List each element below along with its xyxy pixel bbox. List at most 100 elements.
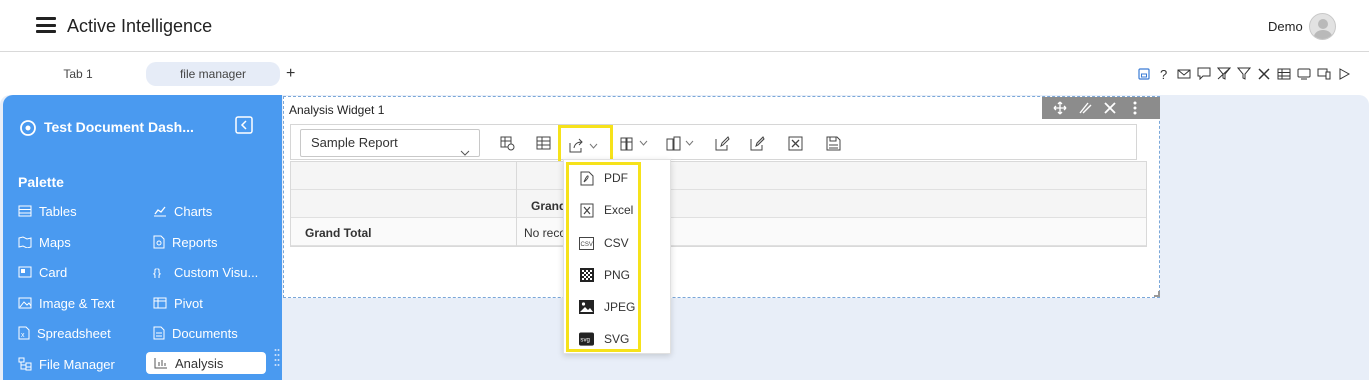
devices-icon[interactable] [1316,66,1331,81]
pivot-header-row [291,162,1146,190]
export-option-label: PNG [604,268,631,282]
more-options-icon[interactable] [1127,100,1143,116]
table-row [291,218,1146,246]
grid-view-button[interactable] [536,132,551,154]
tab-bar: Tab 1 file manager + ? [0,53,1369,93]
widget-toolbar [1042,97,1160,119]
widget-resize-handle[interactable] [1154,291,1160,297]
file-manager-icon [18,357,32,371]
dashboard-toolbar: ? [1136,66,1351,81]
format-button[interactable] [620,132,648,154]
filter-icon[interactable] [1236,66,1251,81]
export-jpeg-option[interactable]: JPEG [579,296,635,318]
palette-item-label: Tables [39,203,77,219]
jpeg-icon [579,300,594,315]
palette-item-documents[interactable]: Documents [153,322,238,344]
widget-title: Analysis Widget 1 [289,103,385,117]
add-tab-button[interactable]: + [286,65,295,83]
export-png-option[interactable]: PNG [579,264,630,286]
chart-icon [154,206,166,217]
dashboard-name: Test Document Dash... [44,119,194,135]
settings-tools-icon[interactable] [1102,100,1118,116]
chevron-down-icon [589,143,598,149]
tab-file-manager[interactable]: file manager [146,62,280,86]
palette-item-tables[interactable]: Tables [18,200,77,222]
help-icon[interactable]: ? [1156,66,1171,81]
edit-link-icon[interactable] [1077,100,1093,116]
tab-1[interactable]: Tab 1 [40,62,116,86]
export-menu: PDF Excel CSV CSV PNG JPEG svg SVG [563,159,671,354]
pivot-icon [153,297,167,309]
edit-calculation-button[interactable] [750,132,765,154]
field-settings-button[interactable] [500,132,515,154]
svg-icon: svg [579,332,594,347]
palette-item-label: Maps [39,234,71,250]
pivot-header-row [291,190,1146,218]
palette-item-card[interactable]: Card [18,261,67,283]
export-csv-option[interactable]: CSV CSV [579,232,629,254]
palette-item-custom-visual[interactable]: {} Custom Visu... [153,261,258,283]
svg-text:x: x [21,332,25,339]
save-icon[interactable] [1136,66,1151,81]
png-icon [579,268,594,283]
report-select[interactable]: Sample Report [300,129,480,157]
grid-icon[interactable] [1276,66,1291,81]
chevron-down-icon [639,140,648,146]
sidebar: Test Document Dash... Palette Tables Cha… [3,95,282,380]
csv-icon-text: CSV [581,242,593,248]
pdf-icon [579,171,594,186]
app-title: Active Intelligence [67,16,213,36]
options-button[interactable] [666,132,694,154]
image-icon [18,297,32,309]
palette-item-label: Reports [172,234,218,250]
screen-icon[interactable] [1296,66,1311,81]
export-excel-option[interactable]: Excel [579,199,633,221]
export-pdf-option[interactable]: PDF [579,167,628,189]
palette-item-analysis[interactable]: Analysis [146,352,266,374]
palette-item-charts[interactable]: Charts [153,200,212,222]
close-box-icon [788,136,803,150]
palette-item-file-manager[interactable]: File Manager [18,353,115,375]
palette-item-label: Spreadsheet [37,325,111,341]
tools-icon[interactable] [1256,66,1271,81]
options-icon [666,136,681,150]
export-option-label: JPEG [604,300,636,314]
analysis-icon [154,358,167,369]
export-svg-option[interactable]: svg SVG [579,328,629,350]
play-icon[interactable] [1336,66,1351,81]
export-option-label: SVG [604,332,630,346]
report-select-value: Sample Report [311,135,398,150]
hamburger-menu-icon[interactable] [36,17,56,33]
analysis-widget[interactable]: Analysis Widget 1 Sample Report Grand Gr… [283,96,1160,298]
pivot-row-label: Grand Total [305,226,372,240]
sidebar-resize-grip[interactable] [274,347,280,371]
user-name[interactable]: Demo [1268,19,1303,34]
chevron-down-icon [685,140,694,146]
document-icon [153,326,165,340]
palette-item-label: Pivot [174,295,203,311]
palette-item-label: Analysis [175,355,224,371]
palette-item-maps[interactable]: Maps [18,231,71,253]
svg-icon-text: svg [580,336,589,343]
grid-icon [536,136,551,150]
close-analysis-button[interactable] [788,132,803,154]
move-icon[interactable] [1052,100,1068,116]
top-bar: Active Intelligence Demo [0,0,1369,52]
palette-item-spreadsheet[interactable]: x Spreadsheet [18,322,111,344]
comment-icon[interactable] [1196,66,1211,81]
avatar[interactable] [1309,13,1336,40]
export-option-label: PDF [604,171,628,185]
report-icon [153,235,165,249]
palette-item-label: Documents [172,325,238,341]
edit-button[interactable] [715,132,730,154]
palette-item-image-text[interactable]: Image & Text [18,292,115,314]
svg-text:?: ? [1160,67,1167,81]
edit-calculation-icon [750,135,765,150]
collapse-sidebar-icon[interactable] [235,116,253,139]
mail-icon[interactable] [1176,66,1191,81]
clear-filter-icon[interactable] [1216,66,1231,81]
palette-item-pivot[interactable]: Pivot [153,292,203,314]
palette-item-reports[interactable]: Reports [153,231,218,253]
csv-icon: CSV [579,236,594,251]
save-report-button[interactable] [826,132,841,154]
